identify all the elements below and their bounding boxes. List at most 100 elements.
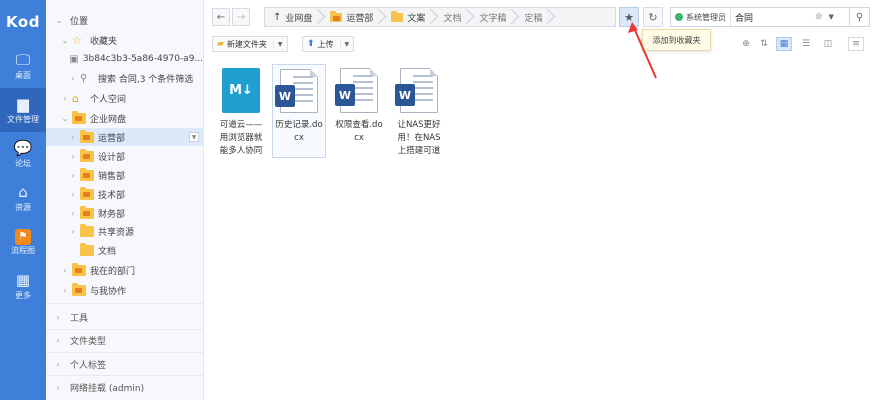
breadcrumb-label: 定稿 xyxy=(524,13,543,24)
forward-button[interactable]: → xyxy=(232,8,250,26)
chevron-right-icon: › xyxy=(71,189,75,199)
upload-button[interactable]: ⬆ 上传 ▼ xyxy=(302,36,355,52)
breadcrumb-item[interactable]: 文档 xyxy=(435,8,471,26)
breadcrumb-item[interactable]: 运营部 xyxy=(322,8,383,26)
tree-label: 3b84c3b3-5a86-4970-a9... xyxy=(82,54,203,64)
tree-search-item[interactable]: › ⚲ 搜索 合同,3 个条件筛选 xyxy=(46,69,203,87)
tree-label: 个人空间 xyxy=(90,94,127,105)
search-go: ⚲ xyxy=(850,7,870,27)
back-button[interactable]: ← xyxy=(212,8,230,26)
divider xyxy=(46,303,203,304)
search-icon[interactable]: ⚲ xyxy=(850,12,869,23)
chevron-right-icon: › xyxy=(56,382,60,392)
section-label: 工具 xyxy=(70,313,89,324)
chat-icon: 💬 xyxy=(13,138,33,157)
folder-icon xyxy=(72,282,86,296)
monitor-icon: 🖵 xyxy=(15,50,31,69)
chevron-right-icon: › xyxy=(63,285,67,295)
chevron-right-icon: › xyxy=(63,93,67,103)
tree-label: 设计部 xyxy=(98,152,126,163)
tree-my-departments[interactable]: › 我在的部门 xyxy=(46,261,203,279)
tree-dept-tech[interactable]: › 技术部 xyxy=(46,185,203,203)
split-view-icon[interactable]: ◫ xyxy=(820,37,836,51)
chevron-right-icon: › xyxy=(71,226,75,236)
rail-item-resources[interactable]: ⌂ 资源 xyxy=(0,176,46,220)
icon-view-icon[interactable]: ▦ xyxy=(776,37,792,51)
search-icon: ⚲ xyxy=(80,72,88,84)
search-scope[interactable]: 系统管理员 xyxy=(671,8,731,26)
tree-dept-design[interactable]: › 设计部 xyxy=(46,147,203,165)
breadcrumb-label: 运营部 xyxy=(346,13,374,24)
file-item[interactable]: W 让NAS更好用！在NAS上搭建可道 xyxy=(392,64,446,158)
tree-favorite-item[interactable]: ▣ 3b84c3b3-5a86-4970-a9... xyxy=(46,50,203,68)
flowchart-icon: ⚑ xyxy=(15,228,31,245)
add-favorite-button[interactable]: ★ xyxy=(619,7,639,27)
tree-dept-sales[interactable]: › 销售部 xyxy=(46,166,203,184)
rail-item-more[interactable]: ▦ 更多 xyxy=(0,264,46,308)
tree-dept-operations[interactable]: › 运营部 ▼ xyxy=(46,128,203,146)
folder-icon xyxy=(80,167,94,181)
rail-label: 论坛 xyxy=(15,158,31,168)
refresh-button[interactable]: ↻ xyxy=(643,7,663,27)
breadcrumb-label: 文案 xyxy=(407,13,426,24)
tree-label: 搜索 合同,3 个条件筛选 xyxy=(98,74,194,85)
tree-shared-resources[interactable]: › 共享资源 xyxy=(46,222,203,240)
folder-icon xyxy=(72,110,86,124)
tree-location[interactable]: ⌄ 位置 xyxy=(46,11,203,29)
tree-label: 技术部 xyxy=(98,190,126,201)
tree-section-tools[interactable]: › 工具 xyxy=(46,308,203,326)
tree-section-file-types[interactable]: › 文件类型 xyxy=(46,331,203,349)
tree-label: 文档 xyxy=(98,246,117,257)
app-logo: Kod xyxy=(6,13,40,31)
rail-item-desktop[interactable]: 🖵 桌面 xyxy=(0,44,46,88)
tree-label: 企业网盘 xyxy=(90,114,127,125)
tree-label: 共享资源 xyxy=(98,227,135,238)
rail-label: 更多 xyxy=(15,290,31,300)
tree-section-network-mount[interactable]: › 网络挂载 (admin) xyxy=(46,378,203,396)
breadcrumb-item[interactable]: ↑ 业网盘 xyxy=(265,8,322,26)
chevron-right-icon: › xyxy=(71,132,75,142)
tree-personal-space[interactable]: › ⌂ 个人空间 xyxy=(46,89,203,107)
file-name: 可道云——用浏览器就能多人协同 xyxy=(219,119,263,156)
file-name: 历史记录.docx xyxy=(275,119,323,143)
breadcrumb-item[interactable]: 定稿 xyxy=(516,8,552,26)
tree-collaboration[interactable]: › 与我协作 xyxy=(46,281,203,299)
search-scope-label: 系统管理员 xyxy=(686,12,726,22)
zoom-icon[interactable]: ⊕ xyxy=(738,37,754,51)
tree-dept-finance[interactable]: › 财务部 xyxy=(46,204,203,222)
list-view-icon[interactable]: ☰ xyxy=(798,37,814,51)
home-icon: ⌂ xyxy=(72,91,79,105)
clear-icon[interactable]: ⊗ xyxy=(815,12,823,22)
search-input[interactable] xyxy=(731,9,811,25)
file-item[interactable]: W 权限查看.docx xyxy=(332,64,386,158)
file-item[interactable]: W 历史记录.docx xyxy=(272,64,326,158)
file-item[interactable]: M↓ 可道云——用浏览器就能多人协同 xyxy=(214,64,268,158)
menu-icon[interactable]: ≡ xyxy=(848,37,864,51)
sort-icon[interactable]: ⇅ xyxy=(756,37,772,51)
chevron-right-icon: › xyxy=(56,335,60,345)
search-box: 系统管理员 ⊗ ▼ xyxy=(670,7,850,27)
chevron-down-icon[interactable]: ▼ xyxy=(189,132,199,142)
new-folder-button[interactable]: ▰ 新建文件夹 ▼ xyxy=(212,36,288,52)
rail-item-flowchart[interactable]: ⚑ 流程图 xyxy=(0,220,46,264)
breadcrumb-item[interactable]: 文案 xyxy=(383,8,435,26)
tree-section-tags[interactable]: › 个人标签 xyxy=(46,355,203,373)
chevron-down-icon[interactable]: ▼ xyxy=(339,40,349,48)
tree-favorites[interactable]: ⌄ ☆ 收藏夹 xyxy=(46,31,203,49)
tree-label: 运营部 xyxy=(98,133,126,144)
tree-documents[interactable]: 文档 xyxy=(46,241,203,259)
tree-label: 与我协作 xyxy=(90,286,127,297)
upload-icon: ⬆ xyxy=(307,39,315,49)
chevron-down-icon[interactable]: ▼ xyxy=(829,13,834,21)
tree-enterprise-drive[interactable]: ⌄ 企业网盘 xyxy=(46,109,203,127)
grid-icon: ▦ xyxy=(15,270,31,289)
folder-plus-icon: ▰ xyxy=(217,39,224,49)
word-file-icon: W xyxy=(395,68,438,113)
chevron-down-icon[interactable]: ▼ xyxy=(272,40,283,48)
chevron-right-icon: › xyxy=(71,170,75,180)
rail-item-file-manager[interactable]: ▆ 文件管理 xyxy=(0,88,46,132)
folder-icon xyxy=(80,129,94,143)
rail-item-forum[interactable]: 💬 论坛 xyxy=(0,132,46,176)
breadcrumb-item[interactable]: 文字稿 xyxy=(471,8,516,26)
breadcrumb-label: 业网盘 xyxy=(285,13,313,24)
